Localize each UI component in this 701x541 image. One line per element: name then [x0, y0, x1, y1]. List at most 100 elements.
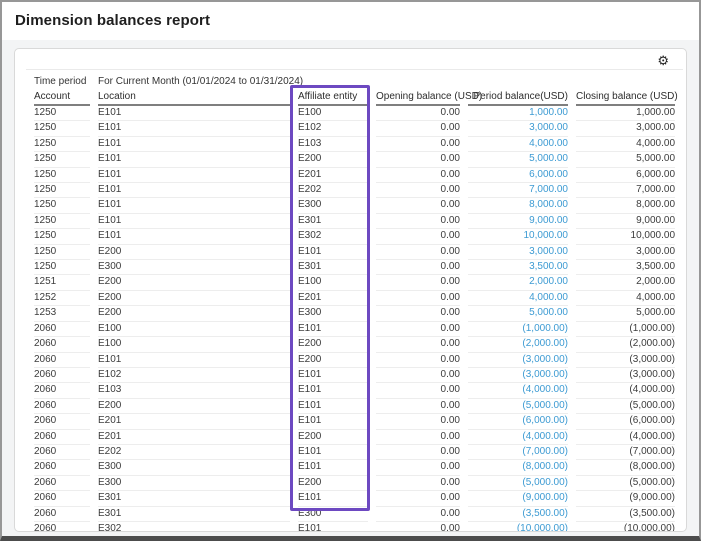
location-cell: E300 [98, 476, 290, 491]
location-cell: E103 [98, 383, 290, 398]
affiliate-entity-cell: E101 [298, 522, 368, 532]
period-balance-link[interactable]: (1,000.00) [468, 322, 568, 337]
location-cell: E101 [98, 214, 290, 229]
period-balance-link[interactable]: 9,000.00 [468, 214, 568, 229]
period-balance-link[interactable]: (4,000.00) [468, 383, 568, 398]
settings-gear-icon[interactable]: ⚙ [657, 54, 669, 67]
period-balance-link[interactable]: (9,000.00) [468, 491, 568, 506]
closing-balance-cell: 8,000.00 [576, 198, 675, 213]
period-balance-link[interactable]: 3,000.00 [468, 245, 568, 260]
closing-balance-cell: 4,000.00 [576, 291, 675, 306]
opening-balance-cell: 0.00 [376, 322, 460, 337]
account-cell: 2060 [34, 430, 90, 445]
affiliate-entity-cell: E300 [298, 198, 368, 213]
affiliate-entity-cell: E200 [298, 353, 368, 368]
account-cell: 2060 [34, 507, 90, 522]
account-cell: 1251 [34, 275, 90, 290]
affiliate-entity-cell: E103 [298, 137, 368, 152]
period-balance-link[interactable]: 5,000.00 [468, 306, 568, 321]
account-cell: 1250 [34, 168, 90, 183]
closing-balance-cell: (5,000.00) [576, 476, 675, 491]
closing-balance-cell: 5,000.00 [576, 152, 675, 167]
period-balance-link[interactable]: 6,000.00 [468, 168, 568, 183]
period-balance-link[interactable]: 4,000.00 [468, 291, 568, 306]
table-row: 1250E101E1030.004,000.004,000.00 [34, 137, 675, 152]
table-row: 2060E100E2000.00(2,000.00)(2,000.00) [34, 337, 675, 352]
time-period-value: For Current Month (01/01/2024 to 01/31/2… [98, 72, 675, 90]
period-balance-link[interactable]: 7,000.00 [468, 183, 568, 198]
period-balance-link[interactable]: (2,000.00) [468, 337, 568, 352]
table-row: 2060E201E2000.00(4,000.00)(4,000.00) [34, 430, 675, 445]
period-balance-link[interactable]: (3,000.00) [468, 353, 568, 368]
affiliate-entity-cell: E101 [298, 460, 368, 475]
account-cell: 1250 [34, 229, 90, 244]
report-card: ⚙ Time period For Current Month (01/01/2… [14, 48, 687, 532]
opening-balance-cell: 0.00 [376, 198, 460, 213]
affiliate-entity-cell: E302 [298, 229, 368, 244]
location-cell: E101 [98, 168, 290, 183]
column-header-location: Location [98, 90, 290, 106]
location-cell: E101 [98, 137, 290, 152]
opening-balance-cell: 0.00 [376, 260, 460, 275]
period-balance-link[interactable]: (5,000.00) [468, 476, 568, 491]
period-balance-link[interactable]: 3,500.00 [468, 260, 568, 275]
opening-balance-cell: 0.00 [376, 430, 460, 445]
period-balance-link[interactable]: (10,000.00) [468, 522, 568, 532]
column-header-row: Account Location Affiliate entity Openin… [34, 90, 675, 106]
location-cell: E300 [98, 460, 290, 475]
table-row: 2060E302E1010.00(10,000.00)(10,000.00) [34, 522, 675, 532]
opening-balance-cell: 0.00 [376, 121, 460, 136]
table-row: 1250E101E3020.0010,000.0010,000.00 [34, 229, 675, 244]
opening-balance-cell: 0.00 [376, 183, 460, 198]
title-bar: Dimension balances report [2, 2, 699, 40]
report-table-body: 1250E101E1000.001,000.001,000.001250E101… [34, 106, 675, 532]
period-balance-link[interactable]: 4,000.00 [468, 137, 568, 152]
closing-balance-cell: 10,000.00 [576, 229, 675, 244]
opening-balance-cell: 0.00 [376, 368, 460, 383]
period-balance-link[interactable]: (8,000.00) [468, 460, 568, 475]
period-balance-link[interactable]: (3,500.00) [468, 507, 568, 522]
location-cell: E300 [98, 260, 290, 275]
period-balance-link[interactable]: (7,000.00) [468, 445, 568, 460]
location-cell: E302 [98, 522, 290, 532]
period-balance-link[interactable]: 5,000.00 [468, 152, 568, 167]
table-row: 1252E200E2010.004,000.004,000.00 [34, 291, 675, 306]
table-row: 2060E301E1010.00(9,000.00)(9,000.00) [34, 491, 675, 506]
account-cell: 1250 [34, 245, 90, 260]
report-window: Dimension balances report ⚙ Time period … [0, 0, 701, 541]
account-cell: 2060 [34, 368, 90, 383]
period-balance-link[interactable]: (4,000.00) [468, 430, 568, 445]
account-cell: 1250 [34, 137, 90, 152]
location-cell: E100 [98, 322, 290, 337]
period-balance-link[interactable]: (5,000.00) [468, 399, 568, 414]
period-balance-link[interactable]: 2,000.00 [468, 275, 568, 290]
opening-balance-cell: 0.00 [376, 399, 460, 414]
closing-balance-cell: (2,000.00) [576, 337, 675, 352]
period-balance-link[interactable]: 1,000.00 [468, 106, 568, 121]
opening-balance-cell: 0.00 [376, 137, 460, 152]
period-balance-link[interactable]: 8,000.00 [468, 198, 568, 213]
content-area: ⚙ Time period For Current Month (01/01/2… [2, 40, 699, 536]
column-header-account: Account [34, 90, 90, 106]
period-balance-link[interactable]: 3,000.00 [468, 121, 568, 136]
table-row: 2060E201E1010.00(6,000.00)(6,000.00) [34, 414, 675, 429]
period-balance-link[interactable]: 10,000.00 [468, 229, 568, 244]
affiliate-entity-cell: E101 [298, 399, 368, 414]
period-balance-link[interactable]: (6,000.00) [468, 414, 568, 429]
affiliate-entity-cell: E200 [298, 430, 368, 445]
report-table: Time period For Current Month (01/01/202… [26, 72, 683, 532]
closing-balance-cell: (3,000.00) [576, 353, 675, 368]
opening-balance-cell: 0.00 [376, 245, 460, 260]
table-row: 2060E102E1010.00(3,000.00)(3,000.00) [34, 368, 675, 383]
column-header-period-balance: Period balance(USD) [468, 90, 568, 106]
account-cell: 2060 [34, 460, 90, 475]
affiliate-entity-cell: E100 [298, 106, 368, 121]
closing-balance-cell: (4,000.00) [576, 383, 675, 398]
closing-balance-cell: 6,000.00 [576, 168, 675, 183]
location-cell: E200 [98, 291, 290, 306]
table-row: 1250E101E2020.007,000.007,000.00 [34, 183, 675, 198]
account-cell: 2060 [34, 399, 90, 414]
period-balance-link[interactable]: (3,000.00) [468, 368, 568, 383]
affiliate-entity-cell: E300 [298, 306, 368, 321]
opening-balance-cell: 0.00 [376, 445, 460, 460]
